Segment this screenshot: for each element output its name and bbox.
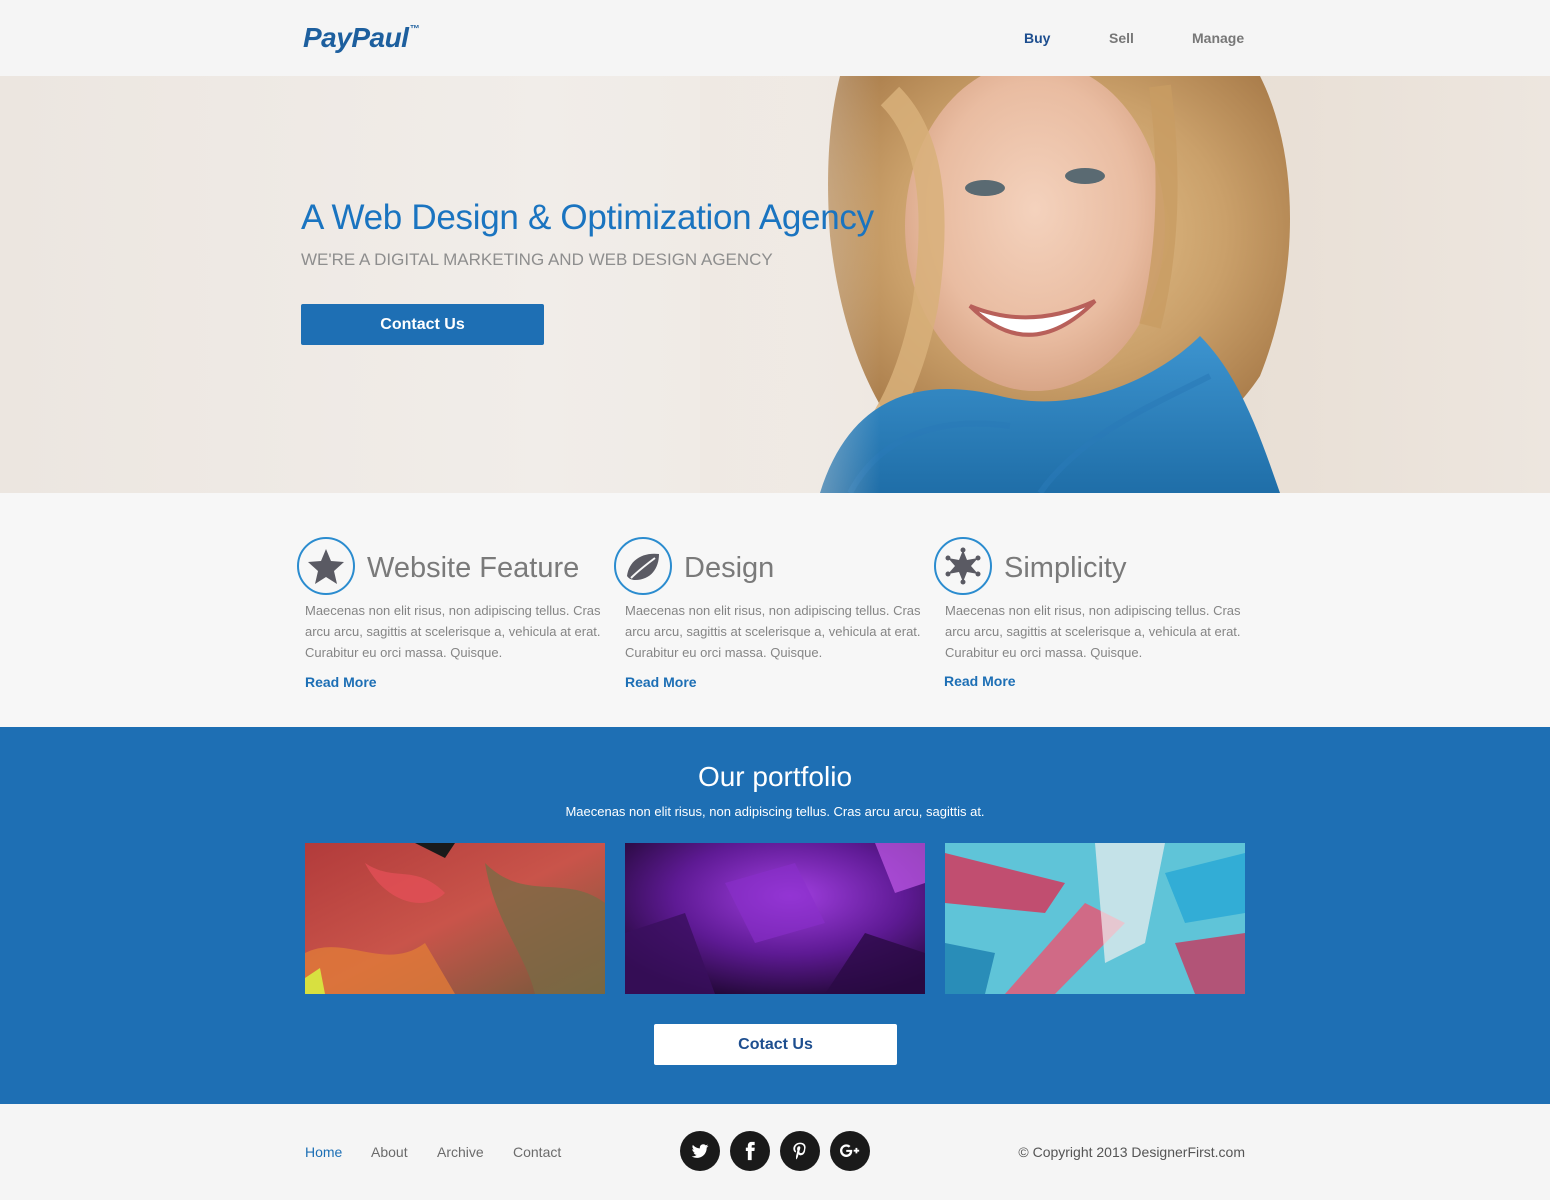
leaf-icon [614,537,672,595]
footer-nav-archive[interactable]: Archive [437,1144,484,1160]
portfolio-subtitle: Maecenas non elit risus, non adipiscing … [565,804,985,819]
sheriff-star-icon [934,537,992,595]
read-more-link[interactable]: Read More [305,674,377,690]
hero-subtitle: WE'RE A DIGITAL MARKETING AND WEB DESIGN… [301,250,773,269]
feature-text: Maecenas non elit risus, non adipiscing … [945,603,1241,660]
logo-text: PayPaul [303,22,409,53]
nav-sell[interactable]: Sell [1109,30,1134,46]
portfolio-contact-button[interactable]: Cotact Us [654,1024,897,1065]
feature-title: Website Feature [367,552,580,584]
portfolio-title: Our portfolio [697,761,853,792]
footer-nav-home[interactable]: Home [305,1144,342,1160]
facebook-icon[interactable] [730,1131,770,1171]
nav-buy[interactable]: Buy [1024,30,1050,46]
footer-nav-contact[interactable]: Contact [513,1144,561,1160]
portfolio-section: Our portfolio Maecenas non elit risus, n… [0,727,1550,1104]
feature-title: Simplicity [1004,552,1127,584]
pinterest-icon[interactable] [780,1131,820,1171]
read-more-link[interactable]: Read More [625,674,697,690]
logo-trademark: ™ [409,24,419,35]
portfolio-image[interactable] [625,843,925,994]
hero-banner: A Web Design & Optimization Agency WE'RE… [0,76,1550,493]
copyright-text: © Copyright 2013 DesignerFirst.com [1018,1144,1245,1160]
google-plus-icon[interactable] [830,1131,870,1171]
nav-manage[interactable]: Manage [1192,30,1244,46]
read-more-link[interactable]: Read More [944,673,1016,689]
features-section: Website Feature Maecenas non elit risus,… [0,493,1550,727]
feature-text: Maecenas non elit risus, non adipiscing … [625,603,921,660]
footer-nav-about[interactable]: About [371,1144,408,1160]
twitter-icon[interactable] [680,1131,720,1171]
star-icon [297,537,355,595]
logo[interactable]: PayPaul™ [303,22,419,54]
hero-title: A Web Design & Optimization Agency [301,198,874,237]
portfolio-image[interactable] [945,843,1245,994]
hero-contact-button[interactable]: Contact Us [301,304,544,345]
hero-photo [700,76,1290,493]
portfolio-image[interactable] [305,843,605,994]
site-header: PayPaul™ Buy Sell Manage [0,0,1550,76]
site-footer: Home About Archive Contact © Copyright 2… [0,1104,1550,1200]
feature-title: Design [684,552,775,584]
feature-text: Maecenas non elit risus, non adipiscing … [305,603,601,660]
